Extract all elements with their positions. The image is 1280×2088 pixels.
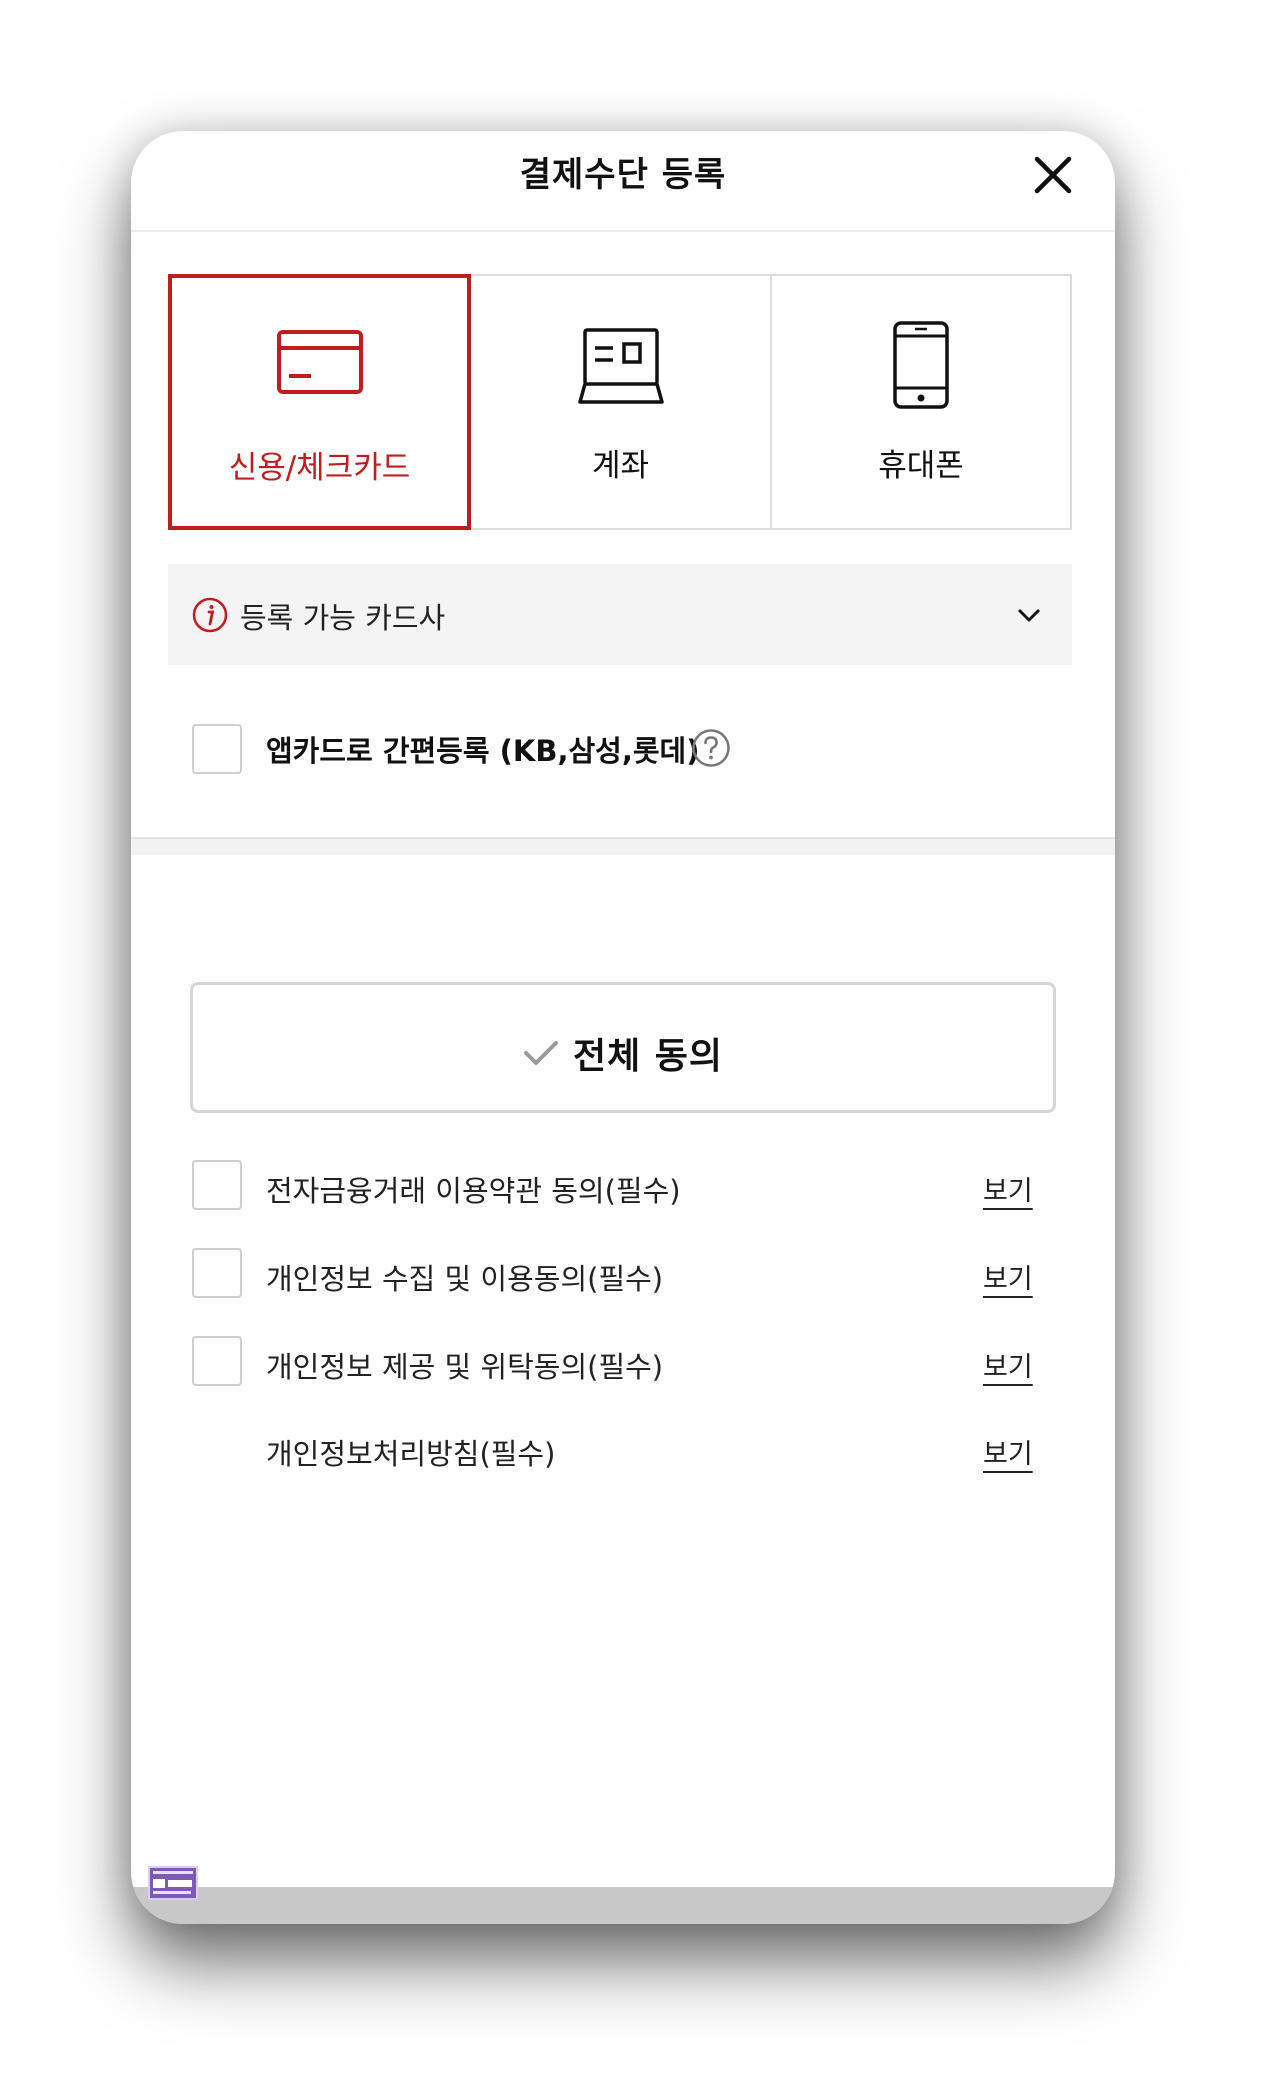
bank-account-icon bbox=[577, 328, 664, 404]
method-tab-phone[interactable]: 휴대폰 bbox=[770, 274, 1072, 530]
info-icon bbox=[192, 597, 228, 633]
app-card-checkbox[interactable] bbox=[192, 724, 242, 774]
watermark-badge bbox=[148, 1866, 198, 1900]
method-tab-account[interactable]: 계좌 bbox=[469, 274, 772, 530]
term-label: 전자금융거래 이용약관 동의(필수) bbox=[266, 1174, 681, 1208]
chevron-down-icon bbox=[1018, 609, 1040, 622]
help-icon[interactable] bbox=[691, 728, 731, 768]
term-label: 개인정보처리방침(필수) bbox=[266, 1437, 556, 1471]
view-terms-link[interactable]: 보기 bbox=[983, 1169, 1033, 1208]
credit-card-icon bbox=[276, 330, 363, 394]
agree-all-label: 전체 동의 bbox=[572, 1036, 723, 1077]
term-label: 개인정보 제공 및 위탁동의(필수) bbox=[266, 1350, 664, 1384]
method-label: 계좌 bbox=[591, 448, 650, 484]
method-label: 휴대폰 bbox=[878, 448, 964, 484]
payment-method-sheet: 결제수단 등록 신용/체크카드 계좌 휴대폰 등록 가능 카드사 앱카드로 간편… bbox=[131, 131, 1115, 1924]
app-card-label: 앱카드로 간편등록 (KB,삼성,롯데) bbox=[266, 734, 700, 768]
method-tab-card[interactable]: 신용/체크카드 bbox=[168, 274, 471, 530]
term-checkbox[interactable] bbox=[192, 1248, 242, 1298]
section-divider bbox=[131, 837, 1115, 855]
check-icon bbox=[523, 1041, 558, 1065]
term-checkbox[interactable] bbox=[192, 1160, 242, 1210]
term-checkbox[interactable] bbox=[192, 1336, 242, 1386]
view-terms-link[interactable]: 보기 bbox=[983, 1257, 1033, 1296]
view-terms-link[interactable]: 보기 bbox=[983, 1345, 1033, 1384]
close-button[interactable] bbox=[1031, 153, 1075, 197]
close-icon bbox=[1034, 156, 1072, 194]
sheet-header: 결제수단 등록 bbox=[131, 131, 1115, 232]
page-title: 결제수단 등록 bbox=[519, 155, 727, 195]
mobile-phone-icon bbox=[893, 321, 949, 409]
term-label: 개인정보 수집 및 이용동의(필수) bbox=[266, 1262, 664, 1296]
view-terms-link[interactable]: 보기 bbox=[983, 1432, 1033, 1471]
card-companies-dropdown[interactable]: 등록 가능 카드사 bbox=[168, 564, 1072, 665]
card-companies-label: 등록 가능 카드사 bbox=[240, 601, 446, 635]
agree-all-button[interactable]: 전체 동의 bbox=[190, 982, 1056, 1113]
bottom-bar bbox=[131, 1887, 1115, 1924]
method-label: 신용/체크카드 bbox=[228, 450, 411, 486]
